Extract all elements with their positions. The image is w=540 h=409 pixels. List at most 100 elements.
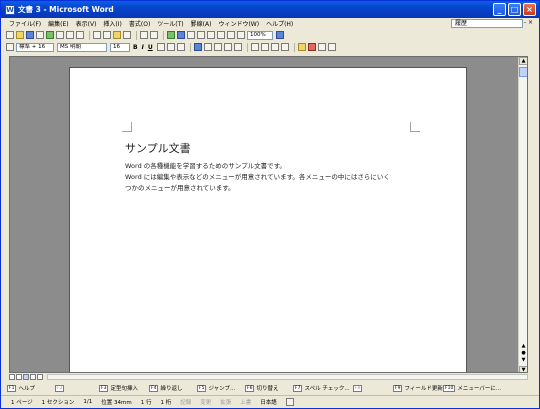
document-page[interactable]: サンプル文書 Word の各種機能を学習するためのサンプル文書です。 Word … (69, 67, 467, 372)
fkey-f10-label: メニューバーに... (457, 386, 502, 392)
scroll-thumb[interactable] (519, 67, 527, 77)
vertical-scrollbar[interactable]: ▲ ▲ ● ▼ ▼ (518, 57, 527, 372)
numbering-icon[interactable] (250, 43, 259, 51)
font-color-icon[interactable] (307, 43, 316, 51)
status-line: 1 行 (140, 400, 152, 406)
font-combo[interactable]: MS 明朝 (57, 42, 107, 52)
status-extend[interactable]: 拡張 (220, 398, 231, 406)
line-spacing-icon[interactable] (233, 43, 242, 51)
font-size-combo[interactable]: 16 (110, 42, 130, 52)
help-icon[interactable] (276, 31, 284, 39)
spelling-icon[interactable] (76, 31, 84, 39)
print-preview-icon[interactable] (66, 31, 74, 39)
drawing-icon[interactable] (217, 31, 225, 39)
browse-object-icon[interactable]: ▲ ● ▼ (519, 343, 527, 364)
fkey-f2[interactable]: F2 (55, 384, 99, 392)
enclose-char-icon[interactable] (327, 43, 336, 51)
fkey-f3-label: 定型句挿入 (110, 386, 138, 392)
menu-file[interactable]: ファイル(F) (9, 19, 41, 28)
new-document-icon[interactable] (6, 31, 14, 39)
increase-indent-icon[interactable] (280, 43, 289, 51)
distributed-icon[interactable] (223, 43, 232, 51)
fkey-f6[interactable]: F6 切り替え (245, 384, 293, 392)
tables-borders-icon[interactable] (177, 31, 185, 39)
document-paragraph-1[interactable]: Word の各種機能を学習するためのサンプル文書です。 (125, 160, 286, 170)
bold-button[interactable]: B (133, 44, 138, 51)
document-map-icon[interactable] (227, 31, 235, 39)
fkey-f7[interactable]: F7 スペル チェック... (293, 384, 353, 392)
hyperlink-icon[interactable] (167, 31, 175, 39)
shading-char-icon[interactable] (166, 43, 175, 51)
align-center-icon[interactable] (203, 43, 212, 51)
menu-edit[interactable]: 編集(E) (48, 19, 68, 28)
word-app-icon[interactable]: W (5, 4, 15, 15)
phonetic-guide-icon[interactable] (317, 43, 326, 51)
scroll-down-icon[interactable]: ▼ (519, 366, 527, 372)
fkey-f9[interactable]: F9 フィールド更新 (393, 384, 443, 392)
menu-tools[interactable]: ツール(T) (157, 19, 183, 28)
fkey-f1[interactable]: F1 ヘルプ (7, 384, 55, 392)
show-hide-icon[interactable] (237, 31, 245, 39)
normal-view-icon[interactable] (9, 373, 15, 380)
reading-view-icon[interactable] (37, 373, 43, 380)
web-layout-icon[interactable] (16, 373, 22, 380)
cut-icon[interactable] (93, 31, 101, 39)
open-icon[interactable] (16, 31, 24, 39)
align-justify-icon[interactable] (193, 43, 202, 51)
spelling-status-icon[interactable] (285, 398, 294, 406)
menu-window[interactable]: ウィンドウ(W) (218, 19, 259, 28)
permission-icon[interactable] (36, 31, 44, 39)
email-icon[interactable] (46, 31, 54, 39)
toolbar-separator (163, 30, 164, 40)
paste-icon[interactable] (113, 31, 121, 39)
print-icon[interactable] (56, 31, 64, 39)
fkey-f5[interactable]: F5 ジャンプ... (197, 384, 245, 392)
minimize-button[interactable]: _ (493, 3, 506, 16)
status-record[interactable]: 記録 (180, 398, 191, 406)
zoom-combo[interactable]: 100% (247, 30, 273, 40)
document-paragraph-2[interactable]: Word には編集や表示などのメニューが用意されています。各メニューの中にはさら… (125, 171, 390, 181)
insert-table-icon[interactable] (187, 31, 195, 39)
document-close-button[interactable]: - × (524, 19, 533, 26)
toolbar-separator (246, 42, 248, 52)
save-icon[interactable] (26, 31, 34, 39)
document-paragraph-3[interactable]: つかのメニューが用意されています。 (125, 182, 235, 192)
style-combo[interactable]: 標準 + 16 (16, 42, 54, 52)
menu-view[interactable]: 表示(V) (76, 19, 97, 28)
fkey-f10[interactable]: F10 メニューバーに... (443, 384, 505, 392)
underline-button[interactable]: U (148, 44, 153, 51)
scroll-up-icon[interactable]: ▲ (519, 57, 527, 65)
close-button[interactable]: × (523, 3, 536, 16)
menu-insert[interactable]: 挿入(I) (103, 19, 121, 28)
italic-button[interactable]: I (142, 44, 144, 51)
document-heading[interactable]: サンプル文書 (125, 140, 191, 156)
help-question-input[interactable]: 履歴 (451, 19, 523, 28)
highlight-icon[interactable] (297, 43, 306, 51)
title-bar[interactable]: W 文書 3 - Microsoft Word _ □ × (1, 1, 539, 18)
menu-help[interactable]: ヘルプ(H) (266, 19, 293, 28)
fkey-f8[interactable]: F8 (353, 384, 393, 392)
insert-excel-icon[interactable] (197, 31, 205, 39)
menu-table[interactable]: 罫線(A) (191, 19, 212, 28)
menu-format[interactable]: 書式(O) (129, 19, 150, 28)
fkey-f3[interactable]: F3 定型句挿入 (99, 384, 149, 392)
fkey-f6-number: F6 (245, 384, 255, 392)
fkey-f4[interactable]: F4 繰り返し (149, 384, 197, 392)
format-painter-icon[interactable] (123, 31, 131, 39)
status-overtype[interactable]: 上書 (240, 398, 251, 406)
columns-icon[interactable] (207, 31, 215, 39)
border-char-icon[interactable] (156, 43, 165, 51)
align-right-icon[interactable] (213, 43, 222, 51)
decrease-indent-icon[interactable] (270, 43, 279, 51)
maximize-button[interactable]: □ (508, 3, 521, 16)
status-track-changes[interactable]: 変更 (200, 398, 211, 406)
undo-icon[interactable] (140, 31, 148, 39)
outline-view-icon[interactable] (30, 373, 36, 380)
redo-icon[interactable] (150, 31, 158, 39)
print-layout-icon[interactable] (23, 373, 29, 380)
copy-icon[interactable] (103, 31, 111, 39)
styles-icon[interactable] (6, 43, 14, 51)
bullets-icon[interactable] (260, 43, 269, 51)
horizontal-scrollbar[interactable] (47, 373, 528, 380)
scale-char-icon[interactable] (176, 43, 185, 51)
